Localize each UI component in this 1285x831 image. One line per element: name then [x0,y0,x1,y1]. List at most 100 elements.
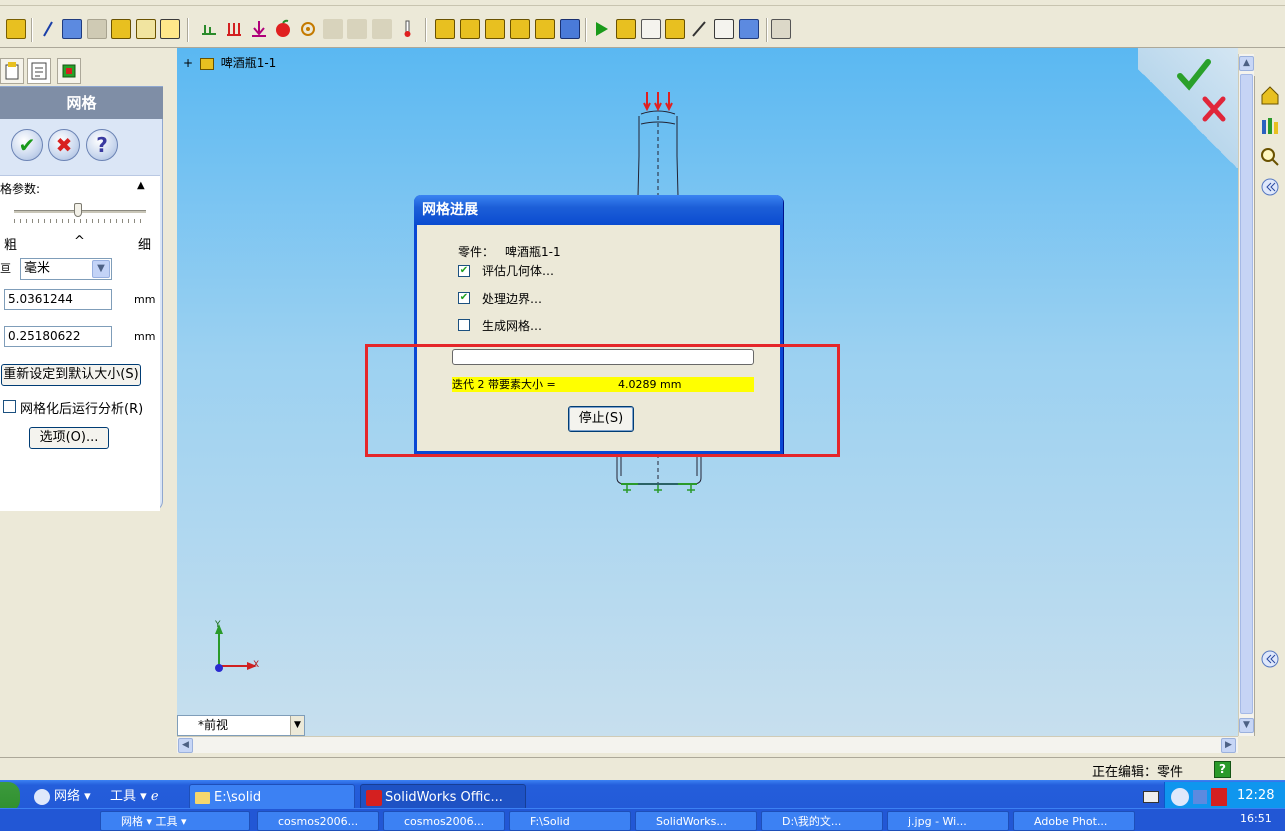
animate-icon[interactable] [739,19,759,39]
ie-icon: ℯ [150,789,159,804]
plot-icon[interactable] [616,19,636,39]
featuremanager-tab[interactable] [0,58,24,84]
chevron-down-icon[interactable]: ▼ [290,716,304,735]
vertical-scrollbar[interactable]: ▲ ▼ [1238,54,1254,736]
mesh-icon[interactable] [435,19,455,39]
grid-icon[interactable] [62,19,82,39]
scroll-right-icon[interactable]: ▶ [1221,738,1236,753]
taskbar-solidworks-label: SolidWorks Offic... [385,790,503,805]
scroll-left-icon[interactable]: ◀ [178,738,193,753]
cancel-button[interactable]: ✖ [48,129,80,161]
expand-icon[interactable]: + [183,56,193,70]
property-manager: 网格 ✔ ✖ ? 格参数: ▲ 粗 ^ 细 亘 毫米 ▼ 5.0361244 m… [0,50,170,755]
pin-icon[interactable] [136,19,156,39]
options-button[interactable]: 选项(O)... [29,427,109,449]
lower-task-item[interactable]: D:\我的文... [761,811,883,831]
sketch-icon[interactable] [6,19,26,39]
options-icon[interactable] [771,19,791,39]
step-checkbox-2: ✔ [458,292,470,304]
dialog-title: 网格进展 [414,195,783,225]
collapse-pane-icon[interactable] [1259,176,1281,198]
confirm-cancel-icon[interactable] [1200,94,1228,124]
line-icon[interactable] [38,19,58,39]
taskbar-network[interactable]: 网络 ▾ [30,784,105,810]
mesh-options-icon[interactable] [485,19,505,39]
scroll-down-icon[interactable]: ▼ [1239,718,1254,733]
tolerance-input[interactable]: 0.25180622 [4,326,112,347]
fixture-icon[interactable] [199,19,219,39]
expand-tray-icon[interactable] [1171,788,1189,806]
confirm-ok-icon[interactable] [1176,58,1212,92]
lower-task-item[interactable]: j.jpg - Wi... [887,811,1009,831]
global-size-unit: mm [134,293,156,306]
taskbar-tools[interactable]: 工具 ▾ ℯ [100,784,182,810]
home-icon[interactable] [1259,84,1281,106]
reset-default-size-button[interactable]: 重新设定到默认大小(S) [1,364,141,386]
help-icon[interactable]: ? [1214,761,1231,778]
deform-icon[interactable] [641,19,661,39]
run-analysis-checkbox[interactable] [3,400,16,413]
disabled-tool-icon [323,19,343,39]
horizontal-scrollbar[interactable]: ◀ ▶ [177,736,1238,753]
taskbar-network-label: 网络 [54,789,81,804]
stamp-icon[interactable] [111,19,131,39]
slider-ticks [14,219,146,223]
flyout-tree[interactable]: + 啤酒瓶1-1 [183,54,276,71]
disabled-tool-icon [87,19,107,39]
scroll-thumb[interactable] [1240,74,1253,714]
force-icon[interactable] [249,19,269,39]
lower-task-item[interactable]: SolidWorks... [635,811,757,831]
clock: 12:28 [1237,788,1275,803]
connector-icon[interactable] [535,19,555,39]
scroll-up-icon[interactable]: ▲ [1239,56,1254,71]
global-size-input[interactable]: 5.0361244 [4,289,112,310]
task-pane [1254,76,1285,736]
lower-task-item[interactable]: cosmos2006... [257,811,379,831]
network-icon [34,789,50,805]
run-icon[interactable] [591,19,611,39]
centrifugal-icon[interactable] [298,19,318,39]
keyboard-icon[interactable] [1143,791,1159,803]
run-analysis-label[interactable]: 网格化后运行分析(R) [20,398,143,417]
lower-task-item[interactable]: 网格 ▾ 工具 ▾ [100,811,250,831]
configurationmanager-tab[interactable] [57,58,81,84]
menu-strip [0,0,1285,6]
gravity-icon[interactable] [273,19,293,39]
taskbar-solidworks[interactable]: SolidWorks Offic... [360,784,526,810]
lower-clock: 16:51 [1240,812,1272,825]
unit-select[interactable]: 毫米 ▼ [20,258,112,280]
background-taskbar: 网格 ▾ 工具 ▾ cosmos2006... cosmos2006... F:… [0,808,1285,831]
thermometer-icon[interactable] [397,19,417,39]
lower-task-item[interactable]: F:\Solid [509,811,631,831]
lower-task-item[interactable]: Adobe Phot... [1013,811,1135,831]
taskbar-folder[interactable]: E:\solid [189,784,355,810]
chevron-down-icon[interactable]: ▼ [92,260,110,278]
toolbar-separator [766,18,768,42]
collapse-icon[interactable]: ▲ [137,180,145,191]
help-button[interactable]: ? [86,129,118,161]
default-marker: ^ [74,234,85,249]
lower-task-item[interactable]: cosmos2006... [383,811,505,831]
study-icon[interactable] [560,19,580,39]
view-orientation-select[interactable]: *前视 ▼ [177,715,305,736]
mesh-control-icon[interactable] [460,19,480,39]
search-icon[interactable] [1259,146,1281,168]
contact-icon[interactable] [510,19,530,39]
probe-icon[interactable] [689,19,709,39]
table-icon[interactable] [160,19,180,39]
antivirus-icon[interactable] [1211,788,1227,806]
toolbar-separator [31,18,33,42]
propertymanager-tab[interactable] [27,58,51,84]
network-status-icon[interactable] [1193,790,1207,804]
annotation-highlight-box [365,344,840,457]
report-icon[interactable] [714,19,734,39]
section-icon[interactable] [665,19,685,39]
mesh-parameters-section: 格参数: ▲ 粗 ^ 细 亘 毫米 ▼ 5.0361244 mm 0.25180… [0,175,160,511]
library-icon[interactable] [1259,114,1281,136]
toolbar-separator [187,18,189,42]
restraint-icon[interactable] [224,19,244,39]
ok-button[interactable]: ✔ [11,129,43,161]
expand-pane-icon[interactable] [1259,648,1281,670]
slider-thumb[interactable] [74,203,82,217]
status-bar: 正在编辑：零件 ? [0,757,1285,780]
